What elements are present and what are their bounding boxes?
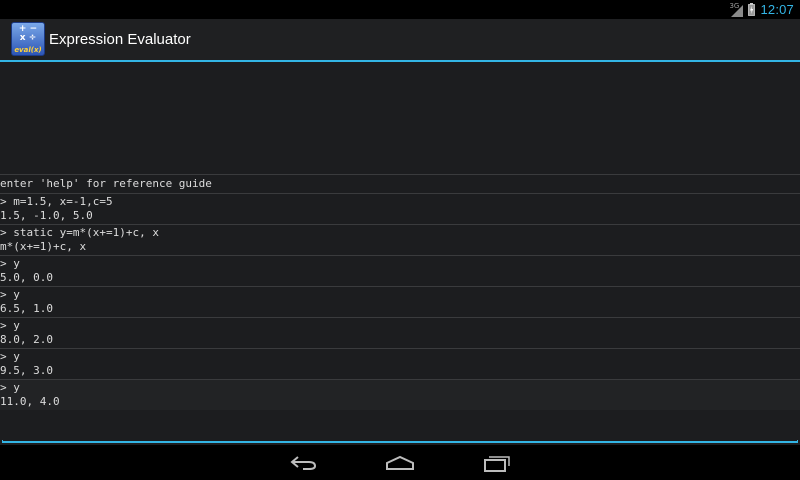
back-button[interactable] bbox=[284, 451, 324, 475]
console-entry: > y 8.0, 2.0 bbox=[0, 317, 800, 348]
entry-command: > static y=m*(x+=1)+c, x bbox=[0, 226, 159, 239]
entry-result: 9.5, 3.0 bbox=[0, 364, 53, 377]
home-button[interactable] bbox=[380, 451, 420, 475]
entry-result: m*(x+=1)+c, x bbox=[0, 240, 87, 253]
console-entry: > y 11.0, 4.0 bbox=[0, 379, 800, 410]
entry-command: > y bbox=[0, 319, 20, 332]
expression-input[interactable] bbox=[2, 440, 798, 443]
console-entry: > y 5.0, 0.0 bbox=[0, 255, 800, 286]
status-icons: 3G 12:07 bbox=[729, 0, 794, 19]
status-bar: 3G 12:07 bbox=[0, 0, 800, 19]
action-bar: + − x ÷ eval(x) Expression Evaluator bbox=[0, 19, 800, 62]
app-title: Expression Evaluator bbox=[49, 31, 191, 48]
back-icon bbox=[290, 456, 317, 470]
entry-result: 11.0, 4.0 bbox=[0, 395, 60, 408]
entry-command: > m=1.5, x=-1,c=5 bbox=[0, 195, 113, 208]
entry-list: > m=1.5, x=-1,c=5 1.5, -1.0, 5.0 > static … bbox=[0, 193, 800, 410]
app-icon-operators: + − x ÷ bbox=[12, 25, 44, 43]
screen: 3G 12:07 + − x ÷ eval(x) Expression Eval… bbox=[0, 0, 800, 480]
entry-result: 8.0, 2.0 bbox=[0, 333, 53, 346]
console-entry: > y 9.5, 3.0 bbox=[0, 348, 800, 379]
entry-command: > y bbox=[0, 381, 20, 394]
battery-charging-icon bbox=[748, 3, 756, 16]
entry-result: 6.5, 1.0 bbox=[0, 302, 53, 315]
navigation-bar bbox=[0, 445, 800, 480]
home-icon bbox=[386, 455, 414, 470]
entry-command: > y bbox=[0, 288, 20, 301]
app-icon-label: eval(x) bbox=[14, 46, 42, 54]
console-entry: > m=1.5, x=-1,c=5 1.5, -1.0, 5.0 bbox=[0, 193, 800, 224]
signal-icon: 3G bbox=[729, 2, 744, 17]
console-entry: > static y=m*(x+=1)+c, x m*(x+=1)+c, x bbox=[0, 224, 800, 255]
entry-command: > y bbox=[0, 350, 20, 363]
clock: 12:07 bbox=[760, 2, 794, 17]
console-area[interactable]: enter 'help' for reference guide > m=1.5… bbox=[0, 62, 800, 445]
entry-result: 1.5, -1.0, 5.0 bbox=[0, 209, 93, 222]
console-history: enter 'help' for reference guide > m=1.5… bbox=[0, 174, 800, 410]
entry-command: > y bbox=[0, 257, 20, 270]
entry-result: 5.0, 0.0 bbox=[0, 271, 53, 284]
app-icon-ops-bottom: x ÷ bbox=[19, 33, 37, 43]
console-entry: > y 6.5, 1.0 bbox=[0, 286, 800, 317]
app-icon[interactable]: + − x ÷ eval(x) bbox=[11, 22, 45, 56]
recent-apps-icon bbox=[484, 456, 510, 472]
recent-apps-button[interactable] bbox=[477, 451, 517, 475]
help-hint: enter 'help' for reference guide bbox=[0, 174, 800, 193]
